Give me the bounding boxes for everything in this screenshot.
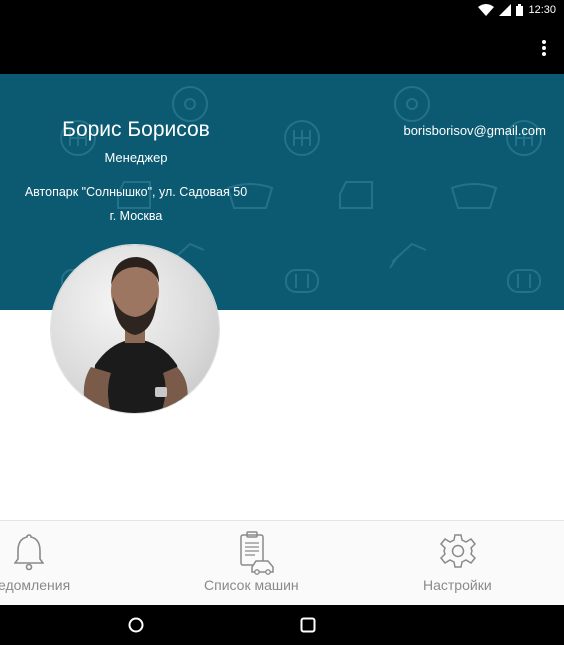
nav-item-notifications[interactable]: едомления <box>0 521 120 606</box>
recents-square-icon[interactable] <box>300 617 316 633</box>
profile-address: Автопарк "Солнышко", ул. Садовая 50 <box>24 185 248 199</box>
system-navigation-bar <box>0 605 564 645</box>
profile-role: Менеджер <box>104 150 168 165</box>
status-icons: 12:30 <box>478 4 556 16</box>
overflow-dot <box>542 40 546 44</box>
nav-label-notifications: едомления <box>0 577 71 593</box>
nav-label-car-list: Список машин <box>204 577 299 593</box>
overflow-menu-button[interactable] <box>538 38 550 60</box>
profile-email[interactable]: borisborisov@gmail.com <box>403 123 546 138</box>
wifi-icon <box>478 4 495 16</box>
bottom-navigation: едомления Список машин Настройки <box>0 520 564 606</box>
gear-icon <box>440 534 476 568</box>
profile-city: г. Москва <box>109 209 163 223</box>
battery-icon <box>516 4 524 16</box>
overflow-dot <box>542 52 546 56</box>
status-time: 12:30 <box>528 4 556 16</box>
signal-icon <box>499 4 512 16</box>
bell-icon <box>14 534 44 571</box>
nav-label-settings: Настройки <box>423 577 492 593</box>
status-bar: 12:30 <box>0 0 564 24</box>
home-circle-icon[interactable] <box>128 617 144 633</box>
overflow-dot <box>542 46 546 50</box>
nav-item-car-list[interactable]: Список машин <box>200 521 310 606</box>
app-bar <box>0 24 564 74</box>
avatar[interactable] <box>51 245 219 413</box>
nav-item-settings[interactable]: Настройки <box>418 521 502 606</box>
profile-name: Борис Борисов <box>62 118 210 141</box>
avatar-person-illustration <box>83 257 188 413</box>
clipboard-car-icon <box>240 531 274 575</box>
